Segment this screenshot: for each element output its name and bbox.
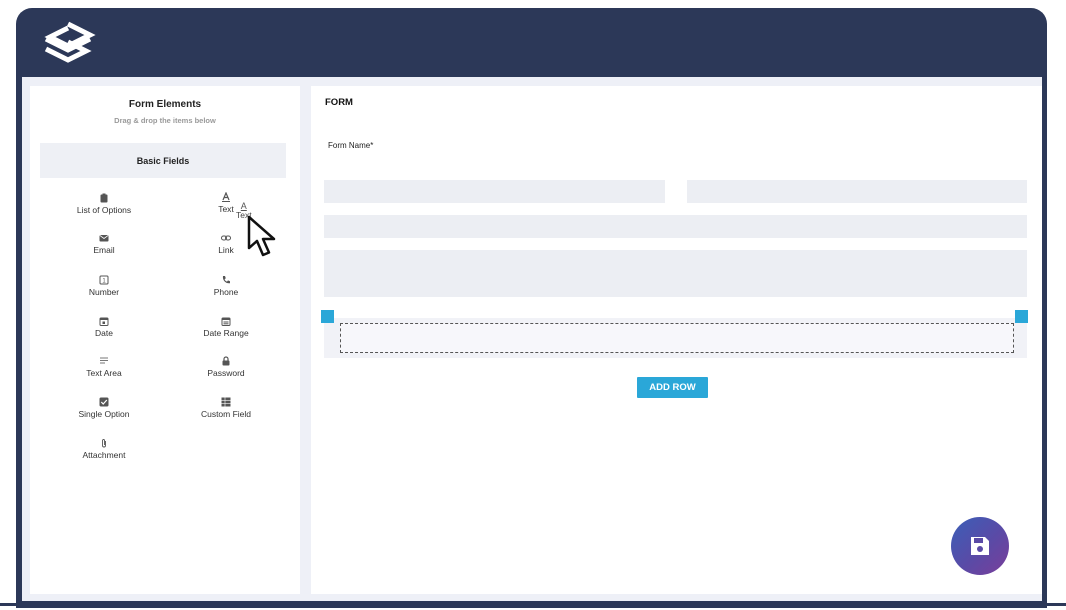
form-input-3[interactable] [324, 215, 1027, 238]
number-icon: 1 [99, 275, 109, 285]
panel-title: Form Elements [128, 99, 202, 110]
field-label: Single Option [78, 409, 130, 419]
mouse-cursor-icon [247, 215, 276, 257]
field-date[interactable]: Date [49, 316, 159, 338]
link-icon [221, 233, 231, 243]
field-attachment[interactable]: Attachment [49, 438, 159, 460]
field-single-option[interactable]: Single Option [49, 397, 159, 419]
text-a-icon [221, 192, 231, 202]
form-input-1[interactable] [324, 180, 665, 203]
save-button[interactable] [951, 517, 1009, 575]
form-canvas: FORM Form Name* ADD ROW [311, 86, 1042, 594]
field-email[interactable]: Email [49, 233, 159, 255]
field-label: List of Options [76, 205, 132, 215]
checkbox-icon [99, 397, 109, 407]
form-textarea[interactable] [324, 250, 1027, 297]
field-phone[interactable]: Phone [171, 275, 281, 297]
logo-icon [44, 21, 96, 63]
field-date-range[interactable]: Date Range [171, 316, 281, 338]
field-text-area[interactable]: Text Area [49, 356, 159, 378]
field-list-of-options[interactable]: List of Options [49, 193, 159, 215]
lines-icon [99, 356, 109, 366]
field-text[interactable]: Text [171, 192, 281, 214]
field-custom-field[interactable]: Custom Field [171, 397, 281, 419]
field-label: Link [218, 245, 234, 255]
row-handle-right[interactable] [1015, 310, 1028, 323]
panel-subtitle: Drag & drop the items below [114, 116, 216, 125]
field-number[interactable]: 1 Number [49, 275, 159, 297]
field-label: Date [95, 328, 113, 338]
field-label: Phone [213, 287, 239, 297]
row-handle-left[interactable] [321, 310, 334, 323]
bottom-border [0, 603, 1066, 606]
calendar-range-icon [221, 316, 231, 326]
field-label: Password [207, 368, 245, 378]
field-label: Custom Field [200, 409, 252, 419]
envelope-icon [99, 233, 109, 243]
form-input-2[interactable] [687, 180, 1027, 203]
field-password[interactable]: Password [171, 356, 281, 378]
field-label: Text [218, 204, 234, 214]
field-label: Date Range [203, 328, 249, 338]
field-label: Number [88, 287, 120, 297]
lock-icon [221, 356, 231, 366]
basic-fields-header[interactable]: Basic Fields [40, 143, 286, 178]
field-label: Email [93, 245, 115, 255]
grid-icon [221, 397, 231, 407]
field-label: Attachment [82, 450, 126, 460]
drop-target[interactable] [340, 323, 1014, 353]
floppy-disk-icon [971, 537, 989, 555]
add-row-button[interactable]: ADD ROW [637, 377, 708, 398]
paperclip-icon [99, 438, 109, 448]
phone-icon [221, 275, 231, 285]
calendar-icon [99, 316, 109, 326]
form-elements-panel: Form Elements Drag & drop the items belo… [30, 86, 300, 594]
field-label: Text Area [86, 368, 122, 378]
form-name-label: Form Name* [328, 141, 374, 150]
form-title: FORM [325, 97, 353, 108]
clipboard-icon [99, 193, 109, 203]
